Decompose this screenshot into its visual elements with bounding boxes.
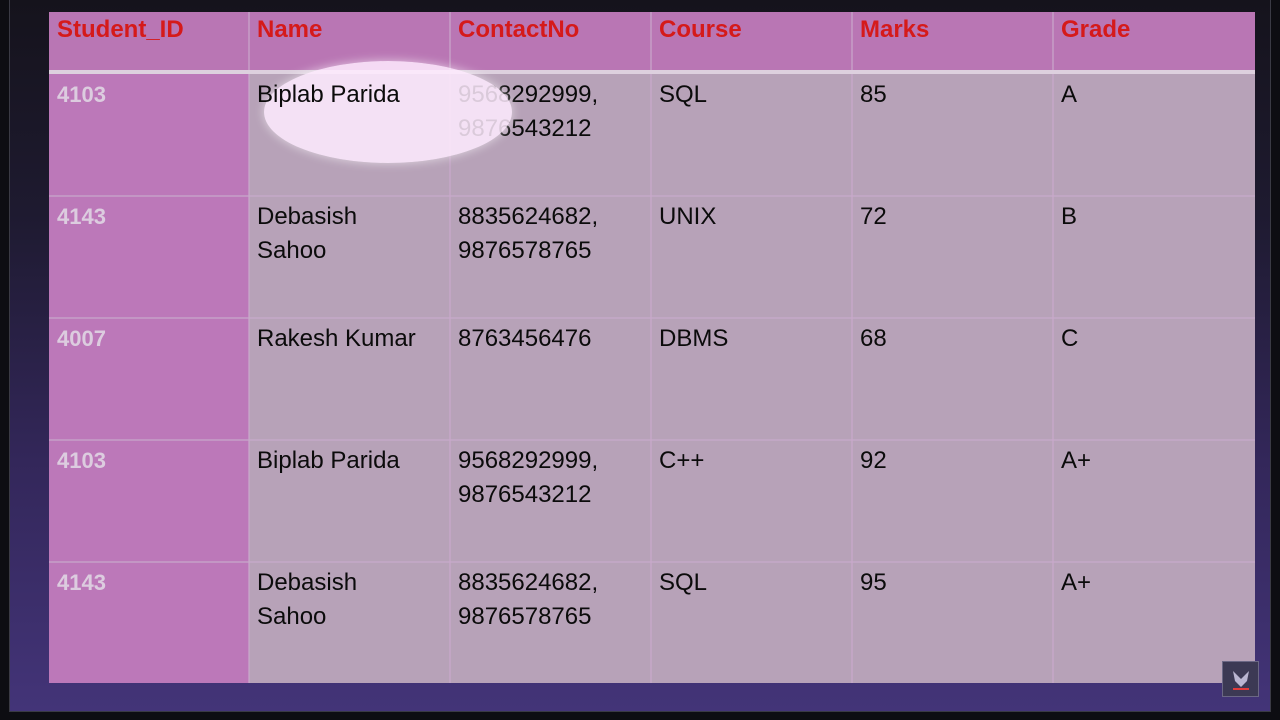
- course-cell: DBMS: [659, 325, 729, 352]
- grade-cell: A+: [1061, 447, 1092, 474]
- course-cell: C++: [659, 447, 705, 474]
- student-id-cell: 4103: [57, 82, 106, 107]
- row-divider: [49, 439, 1255, 441]
- course-cell: SQL: [659, 569, 708, 596]
- name-cell: Debasish Sahoo: [257, 203, 358, 264]
- student-id-cell: 4103: [57, 448, 106, 473]
- header-label: Marks: [860, 16, 930, 43]
- header-contact: ContactNo: [450, 12, 651, 71]
- column-divider: [650, 12, 652, 683]
- column-divider: [1052, 12, 1054, 683]
- marks-cell: 72: [860, 203, 887, 230]
- column-divider: [851, 12, 853, 683]
- header-student-id: Student_ID: [49, 12, 249, 71]
- header-label: Course: [659, 16, 742, 43]
- student-table: Student_ID Name ContactNo Course Marks G…: [49, 12, 1255, 683]
- marks-cell: 68: [860, 325, 887, 352]
- course-cell: SQL: [659, 81, 708, 108]
- header-course: Course: [651, 12, 852, 71]
- contact-cell: 8835624682, 9876578765: [458, 569, 599, 630]
- name-cell: Debasish Sahoo: [257, 569, 358, 630]
- marks-cell: 95: [860, 569, 887, 596]
- name-cell: Biplab Parida: [257, 447, 400, 474]
- row-divider: [49, 317, 1255, 319]
- column-divider: [248, 12, 250, 683]
- contact-cell: 9568292999, 9876543212: [458, 447, 599, 508]
- row-divider: [49, 561, 1255, 563]
- grade-cell: A: [1061, 81, 1078, 108]
- row-divider: [49, 195, 1255, 197]
- grade-cell: B: [1061, 203, 1078, 230]
- contact-cell: 8835624682, 9876578765: [458, 203, 599, 264]
- grade-cell: C: [1061, 325, 1079, 352]
- header-label: Grade: [1061, 16, 1131, 43]
- header-label: ContactNo: [458, 16, 580, 43]
- marks-cell: 92: [860, 447, 887, 474]
- header-separator: [49, 70, 1255, 74]
- student-id-cell: 4007: [57, 326, 106, 351]
- student-id-cell: 4143: [57, 204, 106, 229]
- name-cell: Rakesh Kumar: [257, 325, 416, 352]
- header-label: Student_ID: [57, 16, 184, 43]
- contact-cell: 8763456476: [458, 325, 592, 352]
- grade-cell: A+: [1061, 569, 1092, 596]
- student-id-cell: 4143: [57, 570, 106, 595]
- course-cell: UNIX: [659, 203, 717, 230]
- header-grade: Grade: [1053, 12, 1255, 71]
- logo-glyph: [1232, 671, 1249, 690]
- header-label: Name: [257, 16, 323, 43]
- header-marks: Marks: [852, 12, 1053, 71]
- name-cell: Biplab Parida: [257, 81, 400, 108]
- marks-cell: 85: [860, 81, 887, 108]
- channel-logo-icon: [1222, 661, 1259, 697]
